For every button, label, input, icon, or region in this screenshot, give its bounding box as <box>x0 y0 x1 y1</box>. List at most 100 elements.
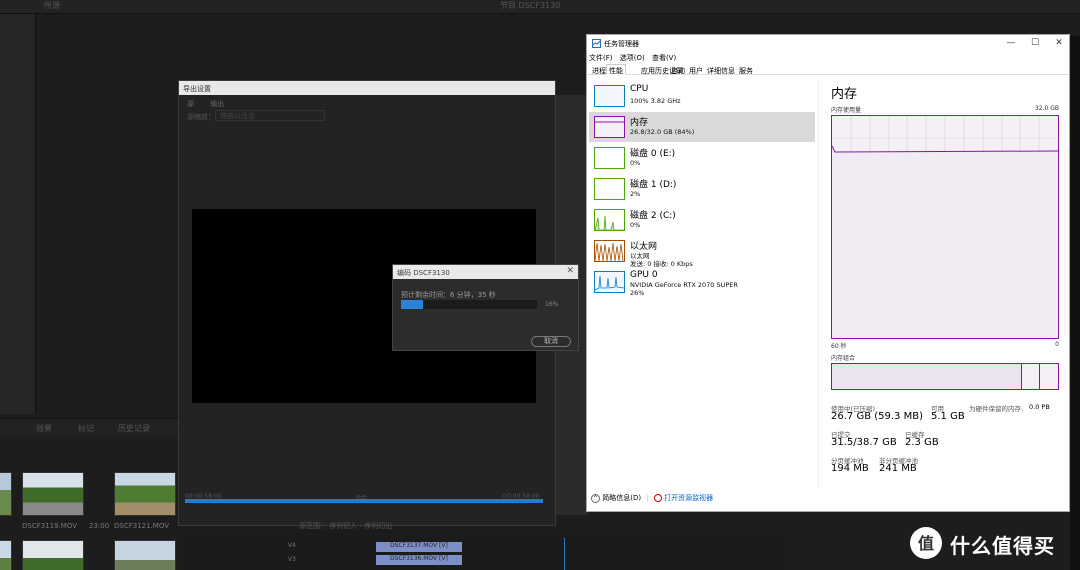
export-dialog-title: 导出设置 <box>179 81 555 95</box>
track-label-v4: V4 <box>288 542 296 549</box>
track-label-v3: V3 <box>288 556 296 563</box>
smzdm-watermark: 值 什么值得买 <box>910 527 1070 559</box>
chevron-up-icon[interactable]: ^ <box>591 493 600 503</box>
task-manager-window: 任务管理器 — ☐ ✕ 文件(F) 选项(O) 查看(V) 进程 性能 应用历史… <box>586 34 1070 512</box>
menu-options[interactable]: 选项(O) <box>620 54 645 62</box>
axis-left: 60 秒 <box>831 343 847 350</box>
resource-name: 磁盘 1 (D:) <box>630 180 677 190</box>
resource-sub: 26.8/32.0 GB (84%) <box>630 128 695 136</box>
in-use-value: 26.7 GB (59.3 MB) <box>831 411 923 422</box>
thumb-duration: 23:00 <box>89 522 110 530</box>
tab-users[interactable]: 用户 <box>686 64 706 75</box>
resource-item-memory[interactable]: 内存 26.8/32.0 GB (84%) <box>589 112 815 142</box>
memory-composition-bar <box>831 363 1059 390</box>
tm-resource-list: CPU 100% 3.82 GHz 内存 26.8/32.0 GB (84%) … <box>587 77 819 487</box>
export-scrubber[interactable] <box>185 499 543 503</box>
premiere-bottom-tabs: 效果 标记 历史记录 <box>0 418 178 436</box>
tab-startup[interactable]: 启动 <box>668 64 688 75</box>
source-scale-select[interactable]: 缩放以适合 <box>215 110 325 121</box>
tab-details[interactable]: 详细信息 <box>704 64 738 75</box>
media-thumb[interactable] <box>22 472 84 516</box>
detail-title: 内存 <box>831 87 858 102</box>
menu-file[interactable]: 文件(F) <box>589 54 613 62</box>
disk-sparkline <box>594 178 625 200</box>
composition-divider <box>1039 364 1040 389</box>
encoding-progress-fill <box>401 300 423 309</box>
tm-titlebar[interactable]: 任务管理器 — ☐ ✕ <box>587 35 1069 52</box>
panel-label-source: 所源 <box>44 1 60 10</box>
axis-right: 0 <box>1055 341 1059 348</box>
close-icon[interactable]: ✕ <box>566 266 574 276</box>
maximize-icon[interactable]: ☐ <box>1023 36 1047 50</box>
resource-name: 内存 <box>630 118 649 128</box>
tab-source[interactable]: 源 <box>187 100 194 108</box>
premiere-timeline[interactable]: V4 V3 DSCF3137.MOV [V] DSCF3136.MOV [V] <box>178 530 790 570</box>
premiere-left-panel <box>0 14 36 414</box>
open-resource-monitor-link[interactable]: 打开资源监视器 <box>664 494 713 502</box>
media-thumb[interactable] <box>22 540 84 570</box>
export-tabs: 源 输出 <box>187 99 238 109</box>
close-icon[interactable]: ✕ <box>1047 36 1071 50</box>
cancel-button[interactable]: 取消 <box>531 336 571 347</box>
tab-performance[interactable]: 性能 <box>606 64 626 75</box>
thumb-label: DSCF3119.MOV <box>22 522 78 530</box>
resource-name: 磁盘 2 (C:) <box>630 211 676 221</box>
time-remaining: 预计剩余时间：6 分钟，35 秒 <box>401 291 496 299</box>
cpu-sparkline <box>594 85 625 107</box>
resource-item-disk-0[interactable]: 磁盘 0 (E:) 0% <box>589 143 815 173</box>
resource-sub: 100% 3.82 GHz <box>630 97 681 105</box>
tm-title: 任务管理器 <box>604 40 639 48</box>
memory-sparkline <box>594 116 625 138</box>
resource-item-disk-1[interactable]: 磁盘 1 (D:) 2% <box>589 174 815 204</box>
resource-sub-2: 26% <box>630 289 645 297</box>
resource-sub: 0% <box>630 221 641 229</box>
memory-graph-svg <box>831 116 1059 338</box>
resource-name: CPU <box>630 84 649 94</box>
encoding-dialog-title: 编码 DSCF3130 ✕ <box>393 265 578 279</box>
resource-item-gpu[interactable]: GPU 0 NVIDIA GeForce RTX 2070 SUPER 26% <box>589 267 815 297</box>
tab-effects[interactable]: 效果 <box>36 423 52 434</box>
playhead[interactable] <box>564 538 565 570</box>
memory-area <box>832 146 1058 338</box>
usage-label: 内存使用量 <box>831 107 862 114</box>
media-thumb[interactable] <box>0 540 12 570</box>
reserved-value: 0.0 PB <box>1029 403 1050 411</box>
memory-usage-graph <box>831 115 1059 339</box>
tab-markers[interactable]: 标记 <box>78 423 94 434</box>
tm-menubar: 文件(F) 选项(O) 查看(V) <box>589 53 681 63</box>
media-thumb[interactable] <box>114 540 176 570</box>
encoding-dialog: 编码 DSCF3130 ✕ 预计剩余时间：6 分钟，35 秒 16% 取消 <box>392 264 579 351</box>
encoding-progress-bar <box>401 300 537 309</box>
tab-history[interactable]: 历史记录 <box>118 423 150 434</box>
watermark-logo: 值 <box>910 527 942 559</box>
resource-sub: 0% <box>630 159 641 167</box>
nonpaged-pool-value: 241 MB <box>879 463 917 474</box>
resource-item-disk-2[interactable]: 磁盘 2 (C:) 0% <box>589 205 815 235</box>
svg-text:值: 值 <box>918 534 934 553</box>
timeline-clip[interactable]: DSCF3137.MOV [V] <box>376 542 462 552</box>
watermark-text: 什么值得买 <box>950 534 1055 558</box>
tm-footer: ^ 简略信息(D) | 打开资源监视器 <box>591 493 714 503</box>
panel-label-program: 节目 DSCF3130 <box>500 1 561 10</box>
resource-name: GPU 0 <box>630 270 658 280</box>
timeline-clip[interactable]: DSCF3136.MOV [V] <box>376 555 462 565</box>
paged-pool-value: 194 MB <box>831 463 869 474</box>
fewer-details-link[interactable]: 简略信息(D) <box>602 494 641 502</box>
media-thumb[interactable] <box>114 472 176 516</box>
media-thumb[interactable] <box>0 472 12 516</box>
tab-services[interactable]: 服务 <box>736 64 756 75</box>
available-value: 5.1 GB <box>931 411 965 422</box>
resource-item-cpu[interactable]: CPU 100% 3.82 GHz <box>589 81 815 111</box>
disk-sparkline <box>594 209 625 231</box>
source-range[interactable]: 源范围： 序列切入 - 序列切出 <box>299 521 392 531</box>
composition-in-use <box>832 364 1022 389</box>
gpu-sparkline <box>594 271 625 293</box>
tab-output[interactable]: 输出 <box>210 100 224 108</box>
minimize-icon[interactable]: — <box>999 36 1023 50</box>
resource-monitor-icon <box>653 494 662 502</box>
cached-value: 2.3 GB <box>905 437 939 448</box>
resource-item-ethernet[interactable]: 以太网 以太网 发送: 0 接收: 0 Kbps <box>589 236 815 268</box>
ethernet-sparkline <box>594 240 625 262</box>
menu-view[interactable]: 查看(V) <box>652 54 676 62</box>
task-manager-icon <box>592 39 601 48</box>
